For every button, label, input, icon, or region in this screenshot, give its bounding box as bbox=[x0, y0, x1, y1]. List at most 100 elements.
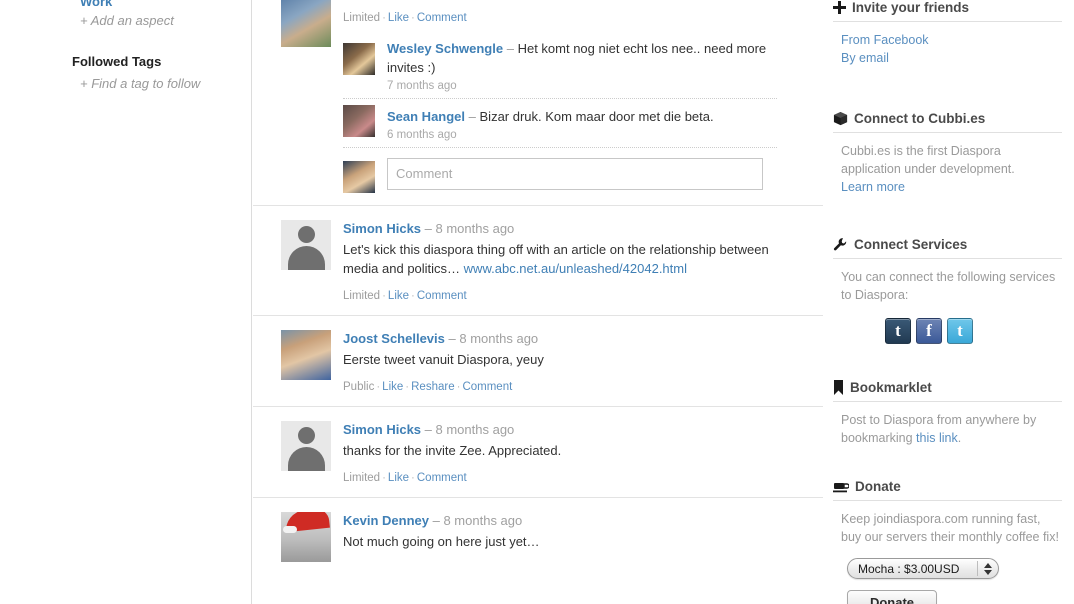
coffee-icon bbox=[833, 480, 850, 493]
avatar[interactable] bbox=[281, 0, 331, 47]
bookmark-icon bbox=[833, 380, 844, 395]
post-actions: Public · Like · Reshare · Comment bbox=[343, 381, 513, 393]
avatar[interactable] bbox=[343, 105, 375, 137]
post: Simon Hicks – 8 months ago Let's kick th… bbox=[253, 205, 823, 315]
comment-text: Bizar druk. Kom maar door met die beta. bbox=[479, 109, 714, 124]
bookmarklet-description: Post to Diaspora from anywhere by bookma… bbox=[841, 411, 1062, 447]
comment-list: Wesley Schwengle – Het komt nog niet ech… bbox=[343, 37, 777, 193]
avatar[interactable] bbox=[281, 421, 331, 471]
post-scope: Limited bbox=[343, 12, 381, 24]
post-timestamp[interactable]: 8 months ago bbox=[443, 513, 522, 528]
post-timestamp[interactable]: 8 months ago bbox=[436, 422, 515, 437]
post: Simon Hicks – 8 months ago thanks for th… bbox=[253, 406, 823, 497]
post-author[interactable]: Joost Schellevis bbox=[343, 331, 445, 346]
facebook-button[interactable]: f bbox=[916, 318, 942, 344]
dash: – bbox=[468, 109, 476, 124]
avatar[interactable] bbox=[281, 512, 331, 562]
invite-by-email-link[interactable]: By email bbox=[841, 49, 1062, 67]
comment-author[interactable]: Wesley Schwengle bbox=[387, 41, 503, 56]
post-actions: Limited · Like · Comment bbox=[343, 12, 467, 24]
panel-title: Connect to Cubbi.es bbox=[854, 111, 986, 126]
post-actions: Limited · Like · Comment bbox=[343, 290, 467, 302]
like-link[interactable]: Like bbox=[388, 12, 409, 24]
dash: – bbox=[424, 422, 432, 437]
tumblr-button[interactable]: t bbox=[885, 318, 911, 344]
reshare-link[interactable]: Reshare bbox=[411, 381, 454, 393]
dash: – bbox=[506, 41, 514, 56]
panel-cubbies: Connect to Cubbi.es Cubbi.es is the firs… bbox=[833, 111, 1062, 196]
post-author[interactable]: Simon Hicks bbox=[343, 221, 421, 236]
post-link[interactable]: www.abc.net.au/unleashed/42042.html bbox=[464, 261, 687, 276]
tumblr-glyph: t bbox=[895, 321, 901, 340]
post: Joost Schellevis – 8 months ago Eerste t… bbox=[253, 315, 823, 406]
donate-button[interactable]: Donate bbox=[847, 590, 937, 604]
post-timestamp[interactable]: 8 months ago bbox=[459, 331, 538, 346]
cubbies-description: Cubbi.es is the first Diaspora applicati… bbox=[841, 144, 1015, 176]
post-stream: Limited · Like · Comment Wesley Schwengle – … bbox=[253, 0, 823, 604]
panel-header: Invite your friends bbox=[833, 0, 1062, 22]
dash: – bbox=[432, 513, 440, 528]
stepper-arrows-icon bbox=[979, 560, 996, 577]
post: Kevin Denney – 8 months ago Not much goi… bbox=[253, 497, 823, 563]
panel-title: Donate bbox=[855, 479, 901, 494]
select-divider bbox=[977, 561, 978, 576]
post-timestamp[interactable]: 8 months ago bbox=[436, 221, 515, 236]
dash: – bbox=[448, 331, 456, 346]
dash: – bbox=[424, 221, 432, 236]
like-link[interactable]: Like bbox=[388, 472, 409, 484]
panel-header: Connect to Cubbi.es bbox=[833, 111, 1062, 133]
panel-title: Invite your friends bbox=[852, 0, 970, 15]
comment: Sean Hangel – Bizar druk. Kom maar door … bbox=[343, 98, 777, 147]
diaspora-stream-page: Work + Add an aspect Followed Tags + Fin… bbox=[0, 0, 1074, 604]
post-text: thanks for the invite Zee. Appreciated. bbox=[343, 443, 562, 458]
invite-from-facebook-link[interactable]: From Facebook bbox=[841, 31, 1062, 49]
post-scope: Limited bbox=[343, 472, 381, 484]
comment-input[interactable] bbox=[387, 158, 763, 190]
like-link[interactable]: Like bbox=[382, 381, 403, 393]
panel-bookmarklet: Bookmarklet Post to Diaspora from anywhe… bbox=[833, 380, 1062, 447]
comment-link[interactable]: Comment bbox=[417, 12, 467, 24]
donate-description: Keep joindiaspora.com running fast, buy … bbox=[841, 512, 1059, 544]
donate-amount-select[interactable]: Mocha : $3.00USD bbox=[847, 558, 999, 579]
comment-author[interactable]: Sean Hangel bbox=[387, 109, 465, 124]
cubbies-learn-more-link[interactable]: Learn more bbox=[841, 178, 905, 196]
sidebar-add-aspect[interactable]: + Add an aspect bbox=[80, 13, 174, 28]
comment-link[interactable]: Comment bbox=[417, 472, 467, 484]
comment-timestamp: 7 months ago bbox=[387, 80, 457, 92]
left-sidebar: Work + Add an aspect Followed Tags + Fin… bbox=[0, 0, 252, 604]
post-actions: Limited · Like · Comment bbox=[343, 472, 467, 484]
like-link[interactable]: Like bbox=[388, 290, 409, 302]
followed-tags-heading: Followed Tags bbox=[72, 54, 162, 69]
panel-header: Donate bbox=[833, 479, 1062, 501]
wrench-icon bbox=[833, 237, 848, 252]
post-text: Not much going on here just yet… bbox=[343, 534, 540, 549]
right-sidebar: Invite your friends From Facebook By ema… bbox=[823, 0, 1074, 604]
plus-icon bbox=[833, 1, 846, 14]
bookmarklet-link[interactable]: this link bbox=[916, 429, 958, 447]
panel-title: Bookmarklet bbox=[850, 380, 932, 395]
post-scope: Public bbox=[343, 381, 375, 393]
comment-link[interactable]: Comment bbox=[462, 381, 512, 393]
panel-connect-services: Connect Services You can connect the fol… bbox=[833, 237, 1062, 344]
services-description: You can connect the following services t… bbox=[841, 270, 1056, 302]
post-author[interactable]: Kevin Denney bbox=[343, 513, 429, 528]
panel-donate: Donate Keep joindiaspora.com running fas… bbox=[833, 479, 1062, 604]
twitter-glyph: t bbox=[957, 321, 963, 340]
post-author[interactable]: Simon Hicks bbox=[343, 422, 421, 437]
post-scope: Limited bbox=[343, 290, 381, 302]
twitter-button[interactable]: t bbox=[947, 318, 973, 344]
sidebar-aspect-work[interactable]: Work bbox=[80, 0, 112, 9]
panel-title: Connect Services bbox=[854, 237, 968, 252]
avatar[interactable] bbox=[281, 220, 331, 270]
avatar bbox=[343, 161, 375, 193]
sidebar-find-tag[interactable]: + Find a tag to follow bbox=[80, 76, 200, 91]
comment-link[interactable]: Comment bbox=[417, 290, 467, 302]
comment-timestamp: 6 months ago bbox=[387, 129, 457, 141]
facebook-glyph: f bbox=[926, 321, 932, 340]
comment-composer bbox=[343, 147, 777, 193]
cube-icon bbox=[833, 111, 848, 126]
avatar[interactable] bbox=[281, 330, 331, 380]
social-buttons: t f t bbox=[885, 318, 1062, 344]
panel-header: Connect Services bbox=[833, 237, 1062, 259]
avatar[interactable] bbox=[343, 43, 375, 75]
